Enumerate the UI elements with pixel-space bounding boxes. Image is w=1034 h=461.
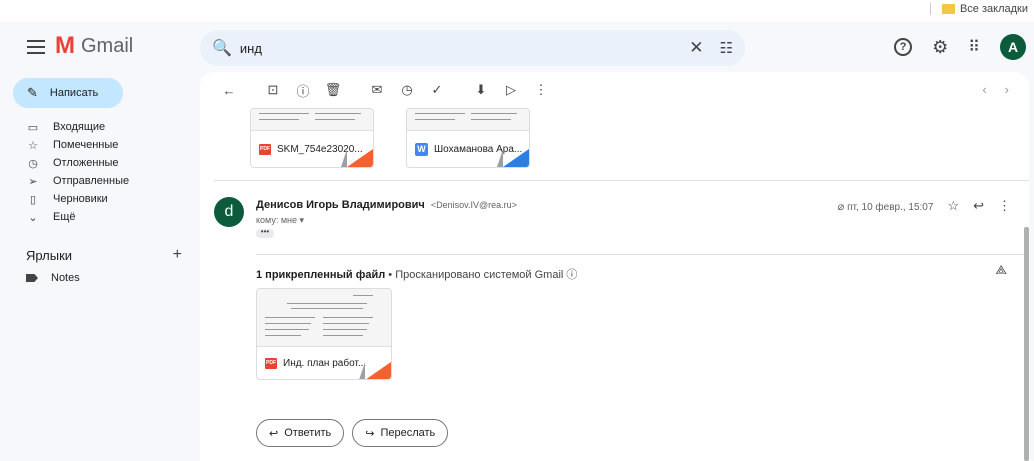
sidebar-item-sent[interactable]: ➢ Отправленные xyxy=(26,172,191,190)
label-name: Notes xyxy=(51,272,80,284)
forward-button[interactable]: ↪ Переслать xyxy=(352,419,449,447)
sender-avatar[interactable]: d xyxy=(214,197,244,227)
bookmarks-separator xyxy=(929,3,931,15)
star-icon: ☆ xyxy=(28,139,38,152)
all-bookmarks-label: Все закладки xyxy=(959,3,1028,15)
search-icon[interactable]: 🔍 xyxy=(212,38,232,58)
reply-label: Ответить xyxy=(284,427,332,439)
sidebar-item-label: Черновики xyxy=(53,193,108,205)
sender-line: Денисов Игорь Владимирович <Denisov.IV@r… xyxy=(256,199,517,211)
gmail-logo[interactable]: M Gmail xyxy=(55,34,133,58)
date-row: ⌀ пт, 10 февр., 15:07 xyxy=(838,200,934,213)
sidebar-item-more[interactable]: ⌄ Ещё xyxy=(26,208,191,226)
message-meta: ⌀ пт, 10 февр., 15:07 ☆ ↩ ⋮ xyxy=(838,198,1011,214)
sidebar-nav: ▭ Входящие ☆ Помеченные ◷ Отложенные ➢ О… xyxy=(26,118,191,226)
move-to-icon[interactable]: ⬇ xyxy=(466,82,496,98)
google-apps-icon[interactable]: ⠿ xyxy=(968,37,980,57)
reply-button[interactable]: ↩ Ответить xyxy=(256,419,345,447)
report-spam-icon[interactable]: ⓘ xyxy=(288,81,318,100)
sidebar-item-label: Отложенные xyxy=(53,157,119,169)
all-bookmarks-button[interactable]: Все закладки xyxy=(929,3,1028,15)
attachment-card[interactable]: PDF SKM_754e23020... xyxy=(250,108,374,168)
label-item-notes[interactable]: Notes xyxy=(26,272,80,284)
sidebar-item-label: Помеченные xyxy=(53,139,119,151)
attachments-header: 1 прикрепленный файл • Просканировано си… xyxy=(256,266,577,282)
bookmarks-bar: Все закладки xyxy=(0,0,1034,22)
scrollbar[interactable] xyxy=(1024,227,1029,461)
label-icon[interactable]: ▷ xyxy=(496,82,526,98)
sidebar-item-snoozed[interactable]: ◷ Отложенные xyxy=(26,154,191,172)
star-icon[interactable]: ☆ xyxy=(947,198,959,214)
sidebar-item-label: Отправленные xyxy=(53,175,130,187)
sidebar-item-drafts[interactable]: ▯ Черновики xyxy=(26,190,191,208)
app-title: Gmail xyxy=(81,34,134,57)
chevron-down-icon: ⌄ xyxy=(28,211,38,224)
label-tag-icon xyxy=(26,274,38,282)
send-icon: ➢ xyxy=(28,175,38,188)
word-doc-icon: W xyxy=(415,142,428,156)
inbox-icon: ▭ xyxy=(27,121,39,134)
gmail-m-icon: M xyxy=(55,32,75,59)
sidebar-item-label: Входящие xyxy=(53,121,106,133)
folder-icon xyxy=(941,4,955,14)
attachment-preview xyxy=(257,289,391,347)
more-options-icon[interactable]: ⋮ xyxy=(526,82,556,98)
snooze-icon[interactable]: ◷ xyxy=(392,82,422,98)
top-right-actions: ? ⚙ ⠿ A xyxy=(894,34,1026,60)
sidebar-item-label: Ещё xyxy=(53,211,76,223)
forward-label: Переслать xyxy=(380,427,436,439)
archive-icon[interactable]: ⊡ xyxy=(258,82,288,98)
search-options-icon[interactable]: ☷ xyxy=(720,39,733,57)
clock-icon: ◷ xyxy=(28,157,38,170)
newer-icon[interactable]: ‹ xyxy=(982,82,986,97)
show-trimmed-content-button[interactable]: ••• xyxy=(256,228,274,238)
recipient-details-toggle[interactable]: кому: мне ▾ xyxy=(256,215,304,226)
labels-heading: Ярлыки xyxy=(26,247,73,263)
sender-name[interactable]: Денисов Игорь Владимирович xyxy=(256,199,425,211)
draft-icon: ▯ xyxy=(29,193,37,206)
attachment-card[interactable]: PDF Инд. план работ... xyxy=(256,288,392,380)
clear-search-icon[interactable]: ✕ xyxy=(689,38,703,58)
settings-gear-icon[interactable]: ⚙ xyxy=(932,37,948,58)
more-options-icon[interactable]: ⋮ xyxy=(998,198,1011,214)
reply-icon[interactable]: ↩ xyxy=(973,198,984,214)
forward-icon: ↪ xyxy=(365,427,375,440)
attachment-card[interactable]: W Шохаманова Ара... xyxy=(406,108,530,168)
main-menu-icon[interactable] xyxy=(27,40,45,54)
sidebar-item-starred[interactable]: ☆ Помеченные xyxy=(26,136,191,154)
compose-label: Написать xyxy=(49,87,99,99)
help-icon[interactable]: ? xyxy=(894,38,913,56)
reply-actions: ↩ Ответить ↪ Переслать xyxy=(256,419,449,447)
delete-icon[interactable]: 🗑 xyxy=(318,82,348,98)
sender-email: <Denisov.IV@rea.ru> xyxy=(430,200,517,210)
back-icon[interactable]: ← xyxy=(214,83,244,98)
account-avatar[interactable]: A xyxy=(1000,34,1026,60)
message-pane: ← ⊡ ⓘ 🗑 ✉ ◷ ✓ ⬇ ▷ ⋮ ‹ › PDF SKM_754e2302… xyxy=(200,72,1029,461)
attachment-preview xyxy=(407,109,529,131)
message-date: пт, 10 февр., 15:07 xyxy=(847,201,934,213)
add-task-icon[interactable]: ✓ xyxy=(422,82,452,98)
sidebar-item-inbox[interactable]: ▭ Входящие xyxy=(26,118,191,136)
reply-icon: ↩ xyxy=(269,427,279,440)
search-bar[interactable]: 🔍 инд ✕ ☷ xyxy=(200,30,745,66)
search-input[interactable]: инд xyxy=(240,41,689,56)
compose-button[interactable]: ✎ Написать xyxy=(13,78,123,108)
scan-status: • Просканировано системой Gmail ⓘ xyxy=(385,269,578,281)
labels-header: Ярлыки + xyxy=(26,246,182,264)
add-label-icon[interactable]: + xyxy=(173,246,182,264)
pdf-icon: PDF xyxy=(265,358,277,369)
mark-unread-icon[interactable]: ✉ xyxy=(362,82,392,98)
paperclip-icon: ⌀ xyxy=(837,200,845,213)
attachment-name: Инд. план работ... xyxy=(283,358,367,369)
attachment-preview xyxy=(251,109,373,131)
pdf-icon: PDF xyxy=(259,143,271,155)
pencil-icon: ✎ xyxy=(27,85,38,100)
message-divider xyxy=(214,180,1029,181)
attachment-count: 1 прикрепленный файл xyxy=(256,269,386,281)
older-icon[interactable]: › xyxy=(1005,82,1009,97)
add-to-drive-icon[interactable]: ⟁ xyxy=(995,262,1007,278)
attachments-divider xyxy=(256,254,1029,255)
message-toolbar: ← ⊡ ⓘ 🗑 ✉ ◷ ✓ ⬇ ▷ ⋮ ‹ › xyxy=(200,72,1029,108)
pagination: ‹ › xyxy=(982,82,1009,97)
